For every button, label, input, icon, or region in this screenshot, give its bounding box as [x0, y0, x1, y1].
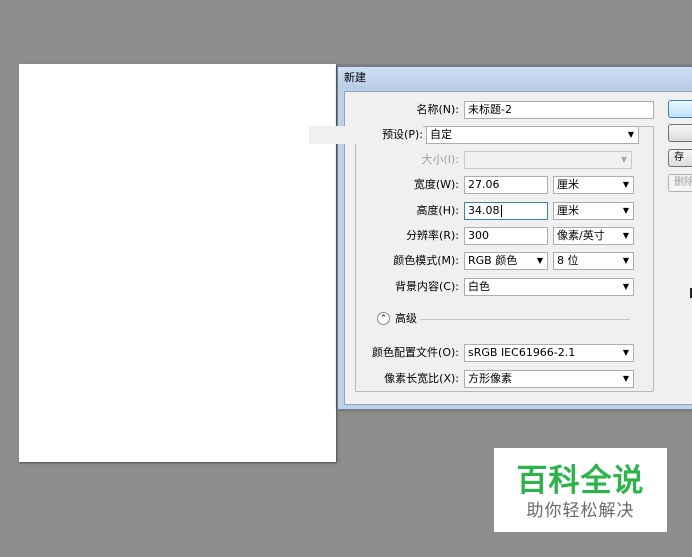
- background-value: 白色: [468, 280, 490, 293]
- watermark: 百科全说 助你轻松解决: [494, 448, 667, 532]
- resolution-unit-select[interactable]: 像素/英寸 ▼: [553, 227, 634, 245]
- color-mode-value: RGB 颜色: [468, 254, 518, 267]
- height-input[interactable]: 34.08: [464, 202, 548, 220]
- height-value: 34.08: [468, 204, 500, 217]
- chevron-down-icon: ▼: [622, 180, 629, 189]
- size-label: 大小(I):: [421, 153, 459, 166]
- chevron-down-icon: ▼: [536, 256, 543, 265]
- resolution-input[interactable]: 300: [464, 227, 548, 245]
- width-unit-value: 厘米: [557, 178, 579, 191]
- color-profile-value: sRGB IEC61966-2.1: [468, 346, 576, 359]
- bit-depth-value: 8 位: [557, 254, 579, 267]
- height-label: 高度(H):: [416, 204, 459, 217]
- chevron-down-icon: ▼: [622, 374, 629, 383]
- width-label: 宽度(W):: [413, 178, 459, 191]
- background-select[interactable]: 白色 ▼: [464, 278, 634, 296]
- text-caret: [500, 205, 502, 217]
- pixel-aspect-label: 像素长宽比(X):: [384, 372, 459, 385]
- delete-preset-button[interactable]: 删除: [668, 174, 692, 192]
- chevron-down-icon: ▼: [622, 231, 629, 240]
- save-preset-button[interactable]: 存: [668, 149, 692, 167]
- preset-label: 预设(P):: [309, 126, 423, 144]
- pixel-aspect-value: 方形像素: [468, 372, 512, 385]
- height-unit-value: 厘米: [557, 204, 579, 217]
- watermark-subtitle: 助你轻松解决: [526, 501, 635, 521]
- resolution-unit-value: 像素/英寸: [557, 229, 605, 242]
- bit-depth-select[interactable]: 8 位 ▼: [553, 252, 634, 270]
- preset-select[interactable]: 自定 ▼: [426, 126, 639, 144]
- color-profile-select[interactable]: sRGB IEC61966-2.1 ▼: [464, 344, 634, 362]
- new-document-dialog: 新建 名称(N): 未标题-2 预设(P): 自定 ▼ 大小(I): ▼ 宽度(…: [309, 66, 692, 410]
- color-mode-select[interactable]: RGB 颜色 ▼: [464, 252, 548, 270]
- name-label: 名称(N):: [416, 103, 459, 116]
- preset-value: 自定: [430, 128, 452, 141]
- dialog-title: 新建: [338, 67, 692, 89]
- width-input[interactable]: 27.06: [464, 176, 548, 194]
- resolution-label: 分辨率(R):: [406, 229, 459, 242]
- background-label: 背景内容(C):: [395, 280, 459, 293]
- advanced-divider: [420, 319, 630, 320]
- chevron-down-icon: ▼: [622, 206, 629, 215]
- chevron-down-icon: ▼: [627, 130, 634, 139]
- pixel-aspect-select[interactable]: 方形像素 ▼: [464, 370, 634, 388]
- name-input[interactable]: 未标题-2: [464, 101, 654, 119]
- cancel-button[interactable]: [668, 124, 692, 142]
- color-profile-label: 颜色配置文件(O):: [372, 346, 459, 359]
- size-select[interactable]: ▼: [464, 151, 632, 169]
- chevron-down-icon: ▼: [622, 348, 629, 357]
- ok-button[interactable]: [668, 100, 692, 118]
- dialog-body: 名称(N): 未标题-2 预设(P): 自定 ▼ 大小(I): ▼ 宽度(W):…: [309, 91, 692, 405]
- chevron-down-icon: ▼: [622, 282, 629, 291]
- chevron-down-icon: ▼: [620, 155, 627, 164]
- width-unit-select[interactable]: 厘米 ▼: [553, 176, 634, 194]
- height-unit-select[interactable]: 厘米 ▼: [553, 202, 634, 220]
- collapse-advanced-icon[interactable]: ⌃: [377, 312, 390, 325]
- advanced-label: 高级: [395, 312, 417, 325]
- document-canvas: [19, 64, 336, 462]
- watermark-title: 百科全说: [516, 463, 645, 499]
- chevron-down-icon: ▼: [622, 256, 629, 265]
- color-mode-label: 颜色模式(M):: [393, 254, 459, 267]
